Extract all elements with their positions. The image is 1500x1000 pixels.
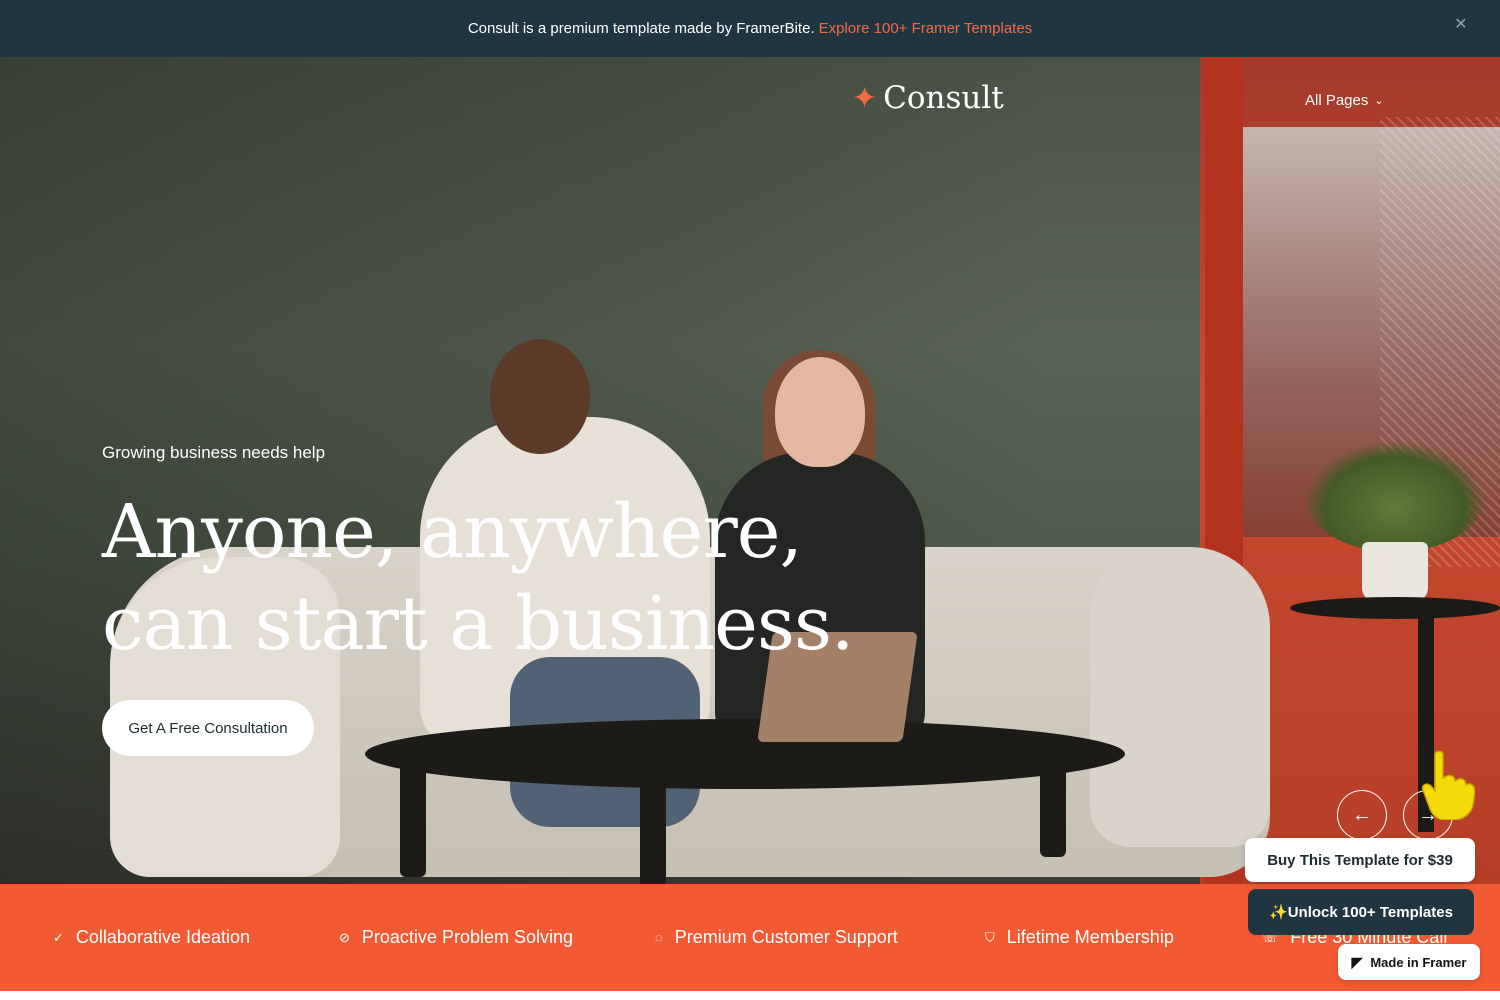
hero-photo-table-leg xyxy=(400,757,426,877)
hero-photo-table-leg xyxy=(640,777,666,884)
shield-check-icon: ⛉ xyxy=(985,929,995,945)
feature-label: Lifetime Membership xyxy=(1006,927,1174,947)
feature-label: Collaborative Ideation xyxy=(75,927,251,947)
hero-photo-plant xyxy=(1305,442,1485,552)
slider-prev-button[interactable]: ← xyxy=(1337,790,1387,840)
feature-item: ◌ Premium Customer Support xyxy=(655,927,898,948)
announcement-text: Consult is a premium template made by Fr… xyxy=(467,20,815,37)
close-icon[interactable]: ✕ xyxy=(1454,17,1468,33)
hero-photo-sofa-arm xyxy=(1090,547,1270,847)
nav-all-pages[interactable]: All Pages ⌄ xyxy=(1305,92,1384,109)
feature-item: ✓ Collaborative Ideation xyxy=(53,927,250,948)
framer-logo-icon: ◤ xyxy=(1351,953,1363,970)
arrow-left-icon: ← xyxy=(1352,803,1372,826)
explore-templates-link[interactable]: Explore 100+ Framer Templates xyxy=(819,20,1033,37)
hero-section xyxy=(0,57,1500,884)
hero-photo-side-table xyxy=(1290,597,1500,619)
hero-eyebrow: Growing business needs help xyxy=(102,443,326,462)
announcement-bar: Consult is a premium template made by Fr… xyxy=(0,0,1500,57)
hero-headline: Anyone, anywhere, can start a business. xyxy=(102,486,854,670)
hero-headline-line1: Anyone, anywhere, xyxy=(102,489,803,575)
site-logo[interactable]: ✦ Consult xyxy=(852,80,1004,116)
hero-photo-pot xyxy=(1362,542,1428,602)
feature-item: ⊘ Proactive Problem Solving xyxy=(339,927,573,948)
made-in-framer-label: Made in Framer xyxy=(1370,954,1467,970)
hero-photo-man-head xyxy=(490,339,590,454)
pointer-hand-icon xyxy=(1421,750,1475,820)
hero-photo-table xyxy=(365,719,1125,789)
buy-template-button[interactable]: Buy This Template for $39 xyxy=(1245,838,1475,882)
hero-photo-table-leg xyxy=(1040,757,1066,857)
feature-item: ⛉ Lifetime Membership xyxy=(985,927,1174,948)
feature-label: Premium Customer Support xyxy=(674,927,898,947)
made-in-framer-badge[interactable]: ◤ Made in Framer xyxy=(1338,944,1480,980)
sparkle-star-icon: ✦ xyxy=(852,80,878,116)
check-icon: ✓ xyxy=(53,929,64,945)
feature-label: Proactive Problem Solving xyxy=(361,927,574,947)
nav-all-pages-label: All Pages xyxy=(1305,92,1369,109)
hero-headline-line2: can start a business. xyxy=(102,581,854,667)
hero-photo-woman-head xyxy=(775,357,865,467)
free-consultation-button[interactable]: Get A Free Consultation xyxy=(102,700,314,756)
chat-icon: ◌ xyxy=(655,930,663,945)
check-circle-icon: ⊘ xyxy=(339,929,350,945)
logo-text: Consult xyxy=(883,80,1004,116)
chevron-down-icon: ⌄ xyxy=(1374,95,1384,107)
unlock-templates-button[interactable]: ✨Unlock 100+ Templates xyxy=(1248,889,1474,935)
